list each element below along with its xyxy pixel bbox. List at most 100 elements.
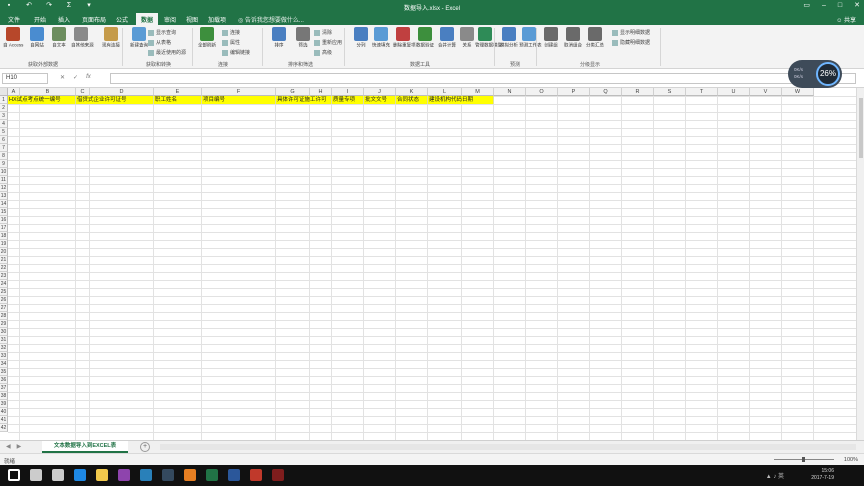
header-cell[interactable]: 项目编号 bbox=[202, 96, 276, 104]
next-sheet-icon[interactable]: ▶ bbox=[17, 443, 22, 450]
tab-insert[interactable]: 插入 bbox=[58, 15, 70, 24]
column-header-f[interactable]: F bbox=[202, 88, 276, 96]
ribbon-small-button-5[interactable]: 编辑链接 bbox=[222, 49, 250, 56]
ribbon-button-0[interactable]: 自 Access bbox=[2, 27, 24, 49]
row-header-20[interactable]: 20 bbox=[0, 248, 8, 256]
folder-icon[interactable] bbox=[96, 469, 108, 481]
row-header-11[interactable]: 11 bbox=[0, 176, 8, 184]
row-header-41[interactable]: 41 bbox=[0, 416, 8, 424]
ribbon-button-9[interactable]: 分列 bbox=[350, 27, 372, 49]
column-header-q[interactable]: Q bbox=[590, 88, 622, 96]
performance-widget[interactable]: 0K/s 0K/s 26% bbox=[788, 60, 842, 88]
header-cell[interactable]: 职工姓名 bbox=[154, 96, 202, 104]
search-icon[interactable] bbox=[30, 469, 42, 481]
app-icon[interactable] bbox=[162, 469, 174, 481]
row-header-32[interactable]: 32 bbox=[0, 344, 8, 352]
column-header-p[interactable]: P bbox=[558, 88, 590, 96]
zoom-level[interactable]: 100% bbox=[844, 457, 858, 463]
ribbon-small-button-7[interactable]: 重新应用 bbox=[314, 39, 342, 46]
close-icon[interactable]: ✕ bbox=[854, 2, 860, 10]
row-header-21[interactable]: 21 bbox=[0, 256, 8, 264]
row-header-26[interactable]: 26 bbox=[0, 296, 8, 304]
row-header-16[interactable]: 16 bbox=[0, 216, 8, 224]
edge-icon[interactable] bbox=[74, 469, 86, 481]
row-header-15[interactable]: 15 bbox=[0, 208, 8, 216]
ribbon-button-2[interactable]: 自文本 bbox=[48, 27, 70, 49]
fx-icon[interactable]: fx bbox=[86, 74, 91, 81]
row-header-8[interactable]: 8 bbox=[0, 152, 8, 160]
cell-area[interactable]: HX试点考点统一编号 借贷式企业许可证号 职工姓名 项目编号 具体许可证施工许可 质量专项… bbox=[8, 96, 856, 440]
scroll-thumb[interactable] bbox=[859, 98, 863, 158]
row-header-24[interactable]: 24 bbox=[0, 280, 8, 288]
row-header-34[interactable]: 34 bbox=[0, 360, 8, 368]
ribbon-small-button-3[interactable]: 连接 bbox=[222, 29, 240, 36]
app2-icon[interactable] bbox=[250, 469, 262, 481]
header-cell[interactable]: HX试点考点统一编号 bbox=[8, 96, 76, 104]
row-header-12[interactable]: 12 bbox=[0, 184, 8, 192]
tab-home[interactable]: 开始 bbox=[34, 15, 46, 24]
select-all-corner[interactable] bbox=[0, 88, 8, 96]
horizontal-scrollbar[interactable] bbox=[160, 444, 856, 450]
column-header-n[interactable]: N bbox=[494, 88, 526, 96]
column-header-h[interactable]: H bbox=[310, 88, 332, 96]
row-header-17[interactable]: 17 bbox=[0, 224, 8, 232]
ribbon-button-7[interactable]: 排序 bbox=[268, 27, 290, 49]
ribbon-small-button-0[interactable]: 显示查询 bbox=[148, 29, 176, 36]
system-clock[interactable]: 15:06 2017-7-19 bbox=[811, 468, 834, 482]
row-header-29[interactable]: 29 bbox=[0, 320, 8, 328]
row-header-14[interactable]: 14 bbox=[0, 200, 8, 208]
ribbon-small-button-1[interactable]: 从表格 bbox=[148, 39, 171, 46]
row-header-9[interactable]: 9 bbox=[0, 160, 8, 168]
ribbon-button-18[interactable]: 创建组 bbox=[540, 27, 562, 49]
tab-formulas[interactable]: 公式 bbox=[116, 15, 128, 24]
row-header-3[interactable]: 3 bbox=[0, 112, 8, 120]
vertical-scrollbar[interactable] bbox=[856, 88, 864, 440]
ribbon-button-11[interactable]: 删除重复项 bbox=[392, 27, 416, 49]
row-header-33[interactable]: 33 bbox=[0, 352, 8, 360]
ribbon-button-15[interactable]: 管理数据模型 bbox=[474, 27, 502, 49]
row-header-40[interactable]: 40 bbox=[0, 408, 8, 416]
row-header-22[interactable]: 22 bbox=[0, 264, 8, 272]
row-header-35[interactable]: 35 bbox=[0, 368, 8, 376]
row-header-6[interactable]: 6 bbox=[0, 136, 8, 144]
row-header-39[interactable]: 39 bbox=[0, 400, 8, 408]
column-header-d[interactable]: D bbox=[90, 88, 154, 96]
column-header-b[interactable]: B bbox=[20, 88, 76, 96]
column-header-k[interactable]: K bbox=[396, 88, 428, 96]
taskview-icon[interactable] bbox=[52, 469, 64, 481]
column-header-l[interactable]: L bbox=[428, 88, 462, 96]
tab-review[interactable]: 审阅 bbox=[164, 15, 176, 24]
tab-data[interactable]: 数据 bbox=[136, 13, 159, 25]
ribbon-button-16[interactable]: 模拟分析 bbox=[498, 27, 520, 49]
row-header-23[interactable]: 23 bbox=[0, 272, 8, 280]
ribbon-small-button-6[interactable]: 清除 bbox=[314, 29, 332, 36]
share-button[interactable]: ☺ 共享 bbox=[836, 15, 856, 24]
name-box[interactable]: H10 bbox=[2, 73, 48, 84]
tell-me-box[interactable]: ◎ 告诉我您想要做什么... bbox=[238, 15, 304, 24]
excel-icon[interactable] bbox=[206, 469, 218, 481]
ime-icon[interactable]: 英 bbox=[778, 474, 784, 480]
row-header-5[interactable]: 5 bbox=[0, 128, 8, 136]
zoom-slider[interactable] bbox=[774, 457, 834, 462]
row-header-36[interactable]: 36 bbox=[0, 376, 8, 384]
row-header-13[interactable]: 13 bbox=[0, 192, 8, 200]
ribbon-button-20[interactable]: 分类汇总 bbox=[584, 27, 606, 49]
tab-addins[interactable]: 加载项 bbox=[208, 15, 226, 24]
column-header-a[interactable]: A bbox=[8, 88, 20, 96]
row-header-10[interactable]: 10 bbox=[0, 168, 8, 176]
ribbon-button-19[interactable]: 取消组合 bbox=[562, 27, 584, 49]
row-header-27[interactable]: 27 bbox=[0, 304, 8, 312]
row-header-28[interactable]: 28 bbox=[0, 312, 8, 320]
ribbon-small-button-4[interactable]: 属性 bbox=[222, 39, 240, 46]
firefox-icon[interactable] bbox=[184, 469, 196, 481]
ribbon-small-button-9[interactable]: 显示明细数据 bbox=[612, 29, 650, 36]
ribbon-button-3[interactable]: 自其他来源 bbox=[70, 27, 94, 49]
start-icon[interactable] bbox=[8, 469, 20, 481]
ribbon-button-6[interactable]: 全部刷新 bbox=[196, 27, 218, 49]
header-cell[interactable]: 借贷式企业许可证号 bbox=[76, 96, 154, 104]
column-header-s[interactable]: S bbox=[654, 88, 686, 96]
ribbon-button-8[interactable]: 筛选 bbox=[292, 27, 314, 49]
tab-file[interactable]: 文件 bbox=[8, 15, 20, 24]
row-header-37[interactable]: 37 bbox=[0, 384, 8, 392]
header-cell[interactable]: 合同状态 bbox=[396, 96, 428, 104]
